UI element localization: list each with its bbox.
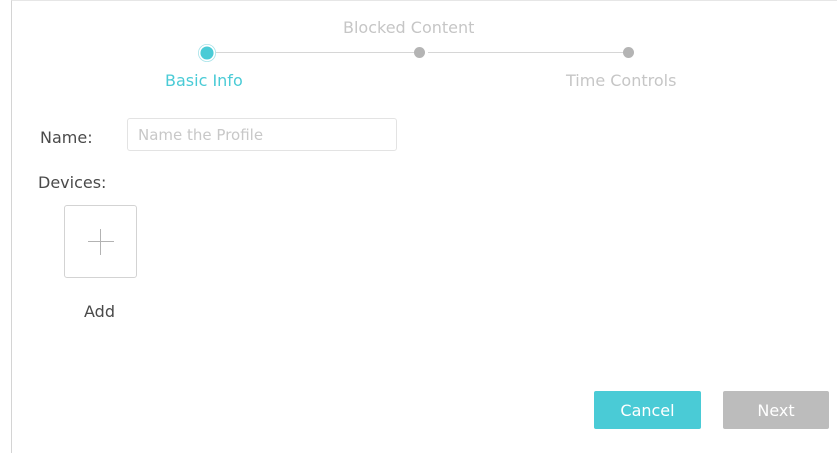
add-device-button[interactable] (64, 205, 137, 278)
stepper-connector (428, 52, 624, 53)
plus-icon (65, 206, 136, 277)
add-device-label[interactable]: Add (84, 302, 115, 321)
cancel-button[interactable]: Cancel (594, 391, 701, 429)
step-time-controls-label: Time Controls (566, 71, 677, 90)
name-label: Name: (40, 128, 93, 147)
profile-name-input[interactable] (127, 118, 397, 151)
step-time-controls-dot (623, 47, 634, 58)
devices-label: Devices: (38, 173, 107, 192)
step-blocked-content-label: Blocked Content (343, 18, 475, 37)
stepper-connector (214, 52, 414, 53)
step-basic-info-dot (200, 46, 214, 60)
next-button[interactable]: Next (723, 391, 829, 429)
step-blocked-content-dot (414, 47, 425, 58)
step-basic-info-label: Basic Info (165, 71, 243, 90)
